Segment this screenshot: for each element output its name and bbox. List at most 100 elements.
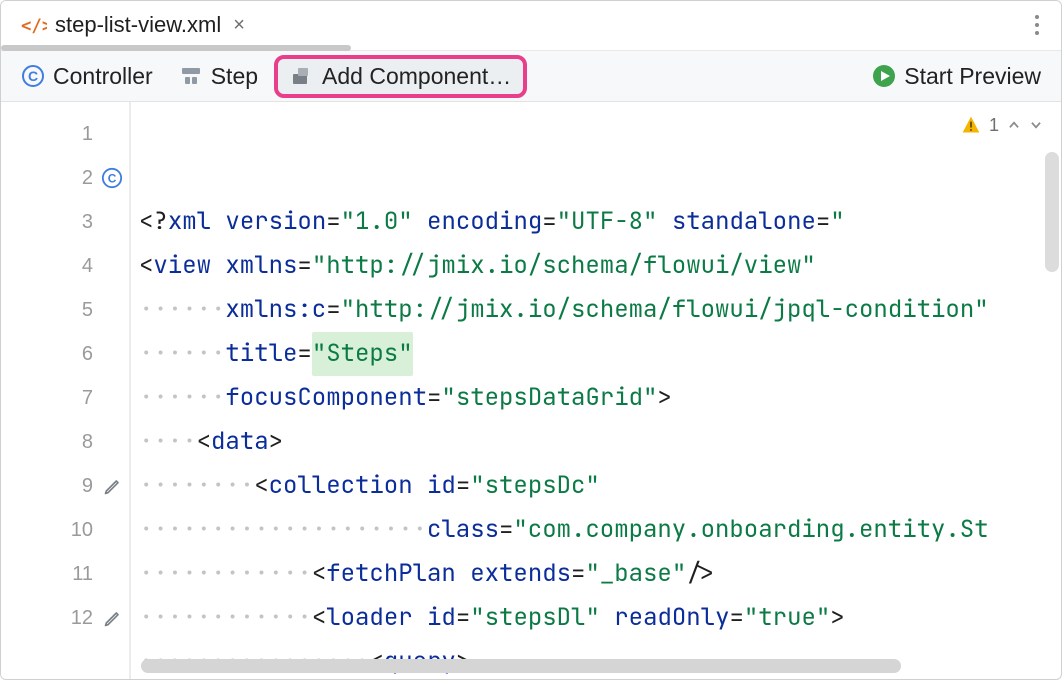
controller-c-icon: C xyxy=(21,64,45,88)
code-token: focusComponent xyxy=(225,376,427,420)
controller-button[interactable]: C Controller xyxy=(11,59,163,94)
gutter-row: 4 xyxy=(1,244,129,288)
code-token: data xyxy=(211,420,269,464)
code-line[interactable]: <?xml version="1.0" encoding="UTF-8" sta… xyxy=(139,200,1061,244)
pencil-icon[interactable] xyxy=(103,476,123,496)
inspection-widget[interactable]: 1 xyxy=(955,110,1049,140)
code-line[interactable]: ············<fetchPlan extends="_base"/> xyxy=(139,552,1061,596)
code-token: = xyxy=(456,596,470,640)
code-token: <? xyxy=(139,200,168,244)
indent-guides: ········ xyxy=(139,464,254,508)
code-area[interactable]: <?xml version="1.0" encoding="UTF-8" sta… xyxy=(131,102,1061,679)
gutter-row: 5 xyxy=(1,288,129,332)
tab-underline xyxy=(1,45,351,51)
tab-filename: step-list-view.xml xyxy=(55,12,221,38)
indent-guides: ······ xyxy=(139,288,225,332)
gutter-row: 7 xyxy=(1,376,129,420)
line-number: 2 xyxy=(65,167,93,190)
code-token: = xyxy=(326,288,340,332)
controller-label: Controller xyxy=(53,63,153,90)
start-preview-button[interactable]: Start Preview xyxy=(862,59,1051,94)
editor-gutter: 12C3456789101112 xyxy=(1,102,131,679)
code-line[interactable]: ············<loader id="stepsDl" readOnl… xyxy=(139,596,1061,640)
code-token: collection xyxy=(269,464,427,508)
add-component-label: Add Component… xyxy=(322,63,511,90)
line-number: 4 xyxy=(65,255,93,278)
code-line[interactable]: <view xmlns="http://jmix.io/schema/flowu… xyxy=(139,244,1061,288)
code-token: "stepsDl" xyxy=(470,596,600,640)
gutter-row: 12 xyxy=(1,596,129,640)
horizontal-scrollbar-thumb[interactable] xyxy=(141,659,901,673)
code-token: id xyxy=(427,464,456,508)
code-editor[interactable]: 12C3456789101112 <?xml version="1.0" enc… xyxy=(1,102,1061,679)
line-number: 1 xyxy=(65,123,93,146)
code-token: version xyxy=(225,200,326,244)
code-token: "UTF-8" xyxy=(557,200,658,244)
gutter-row: 2C xyxy=(1,156,129,200)
code-token: fetchPlan xyxy=(326,552,470,596)
code-token: < xyxy=(312,552,326,596)
designer-toolbar: C Controller Step Add Compo xyxy=(1,51,1061,103)
code-token xyxy=(657,200,671,244)
line-number: 8 xyxy=(65,431,93,454)
code-token: > xyxy=(830,596,844,640)
code-token: "http://jmix.io/schema/flowui/view" xyxy=(312,244,816,288)
code-token: = xyxy=(427,376,441,420)
step-label: Step xyxy=(211,63,258,90)
code-token: = xyxy=(297,244,311,288)
code-token: "stepsDataGrid" xyxy=(441,376,657,420)
add-component-button[interactable]: Add Component… xyxy=(274,55,527,98)
xml-file-icon: </> xyxy=(21,12,47,38)
close-tab-icon[interactable]: × xyxy=(229,14,249,37)
code-token: class xyxy=(427,508,499,552)
vertical-scrollbar-thumb[interactable] xyxy=(1045,152,1059,272)
tab-bar: </> step-list-view.xml × xyxy=(1,1,1061,51)
code-token: = xyxy=(499,508,513,552)
file-tab[interactable]: </> step-list-view.xml × xyxy=(9,3,267,47)
code-token: = xyxy=(326,200,340,244)
code-line[interactable]: ······focusComponent="stepsDataGrid"> xyxy=(139,376,1061,420)
code-token: "true" xyxy=(744,596,830,640)
code-token: < xyxy=(139,244,153,288)
gutter-row: 10 xyxy=(1,508,129,552)
gutter-row: 3 xyxy=(1,200,129,244)
start-preview-label: Start Preview xyxy=(904,63,1041,90)
tab-more-button[interactable] xyxy=(1021,9,1053,41)
indent-guides: ······ xyxy=(139,332,225,376)
code-token: = xyxy=(571,552,585,596)
code-token: "com.company.onboarding.entity.St xyxy=(513,508,988,552)
horizontal-scrollbar[interactable] xyxy=(141,659,1049,673)
svg-text:</>: </> xyxy=(21,17,47,37)
line-number: 7 xyxy=(65,387,93,410)
editor-window: </> step-list-view.xml × C Controller xyxy=(0,0,1062,680)
pencil-icon[interactable] xyxy=(103,608,123,628)
code-line[interactable]: ····<data> xyxy=(139,420,1061,464)
play-icon xyxy=(872,64,896,88)
gutter-row: 1 xyxy=(1,112,129,156)
indent-guides: ···· xyxy=(139,420,197,464)
code-token: "Steps" xyxy=(312,332,413,376)
step-entity-icon xyxy=(179,64,203,88)
indent-guides: ···················· xyxy=(139,508,427,552)
gutter-row: 8 xyxy=(1,420,129,464)
chevron-up-icon[interactable] xyxy=(1007,118,1021,132)
code-token: < xyxy=(312,596,326,640)
code-line[interactable]: ······title="Steps" xyxy=(139,332,1061,376)
code-line[interactable]: ········<collection id="stepsDc" xyxy=(139,464,1061,508)
code-token: id xyxy=(427,596,456,640)
line-number: 11 xyxy=(65,563,93,586)
gutter-row: 11 xyxy=(1,552,129,596)
code-token: /> xyxy=(686,552,715,596)
code-token: xmlns xyxy=(225,244,297,288)
code-line[interactable]: ······xmlns:c="http://jmix.io/schema/flo… xyxy=(139,288,1061,332)
warning-count: 1 xyxy=(989,115,999,136)
step-button[interactable]: Step xyxy=(169,59,268,94)
controller-c-icon[interactable]: C xyxy=(101,167,123,189)
chevron-down-icon[interactable] xyxy=(1029,118,1043,132)
indent-guides: ············ xyxy=(139,596,312,640)
code-token: readOnly xyxy=(614,596,729,640)
code-token: = xyxy=(542,200,556,244)
code-line[interactable]: ····················class="com.company.o… xyxy=(139,508,1061,552)
line-number: 5 xyxy=(65,299,93,322)
code-token: title xyxy=(225,332,297,376)
